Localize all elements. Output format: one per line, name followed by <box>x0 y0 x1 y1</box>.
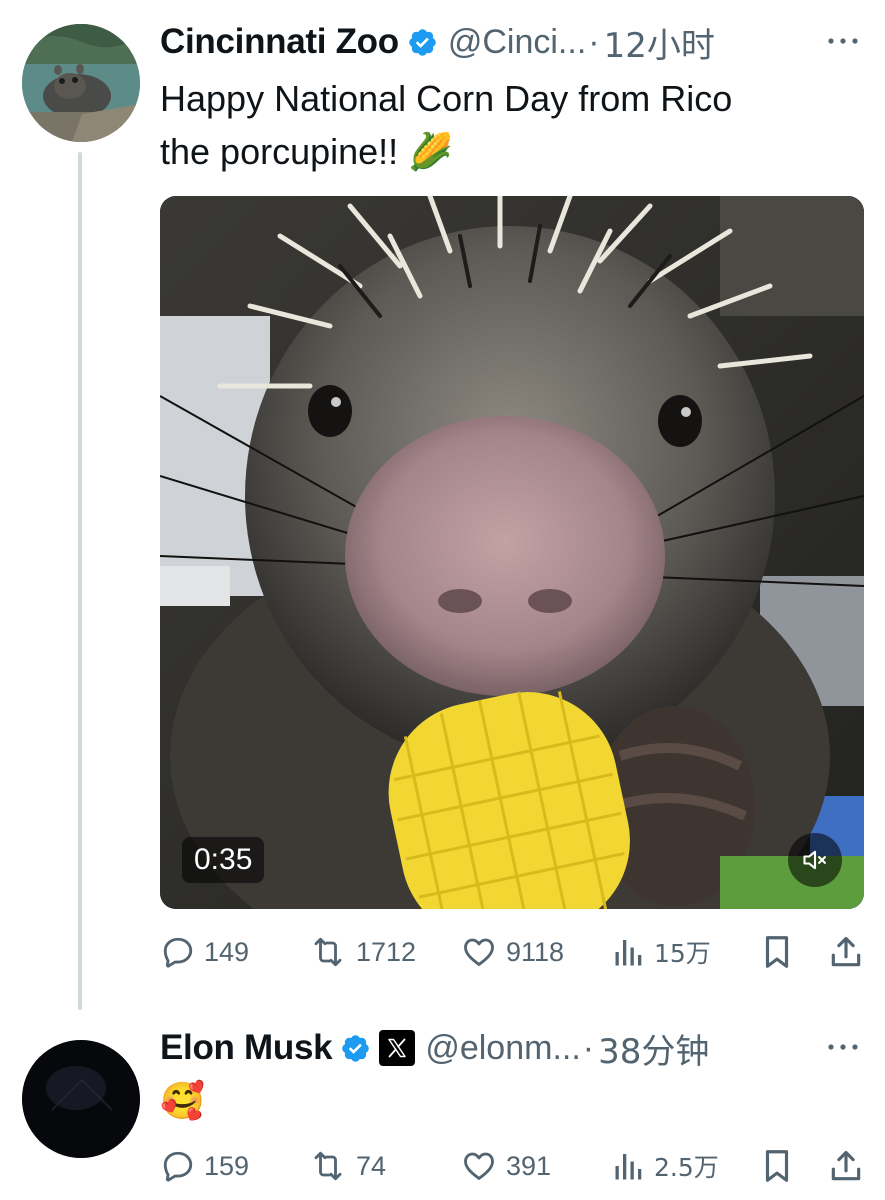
x-logo-icon[interactable] <box>379 1030 416 1066</box>
x-letter-glyph <box>388 1038 407 1058</box>
author-handle[interactable]: @elonm... <box>425 1029 580 1068</box>
analytics-bars-icon <box>615 1154 642 1180</box>
like-count: 391 <box>506 1150 552 1181</box>
bookmark-button[interactable] <box>760 930 794 974</box>
tweet-actions: 149 1712 9118 15万 <box>160 930 870 974</box>
share-icon <box>831 936 861 967</box>
timestamp[interactable]: 38分钟 <box>598 1024 709 1073</box>
timestamp[interactable]: 12小时 <box>604 18 715 67</box>
tweet-text: 🥰 <box>160 1080 205 1121</box>
dark-avatar-image <box>22 1040 140 1158</box>
heart-icon <box>464 1152 494 1180</box>
mute-toggle-button[interactable] <box>788 833 842 887</box>
verified-badge-icon[interactable] <box>340 1033 371 1064</box>
video-duration: 0:35 <box>182 837 265 883</box>
author-name[interactable]: Cincinnati Zoo <box>160 22 399 62</box>
tweet-header: Cincinnati Zoo @Cinci... · 12小时 <box>160 18 885 67</box>
tweet-text: Happy National Corn Day from Rico the po… <box>160 78 733 172</box>
reply-button[interactable]: 159 <box>160 1144 249 1188</box>
share-button[interactable] <box>828 930 864 974</box>
separator: · <box>582 1028 595 1067</box>
retweet-button[interactable]: 1712 <box>308 930 416 974</box>
retweet-icon <box>314 937 342 967</box>
views-button[interactable]: 15万 <box>612 930 711 974</box>
muted-speaker-icon <box>803 850 826 870</box>
bookmark-icon <box>765 936 789 968</box>
tweet-cincinnati-zoo[interactable]: Cincinnati Zoo @Cinci... · 12小时 Happy Na… <box>0 0 885 1010</box>
more-options-icon[interactable] <box>825 26 861 56</box>
retweet-button[interactable]: 74 <box>308 1144 386 1188</box>
avatar[interactable] <box>22 1040 140 1158</box>
author-handle[interactable]: @Cinci... <box>448 23 586 62</box>
bookmark-icon <box>765 1150 789 1182</box>
retweet-count: 1712 <box>356 936 417 967</box>
reply-icon <box>163 1151 193 1182</box>
tweet-actions: 159 74 391 2.5万 <box>160 1144 870 1188</box>
like-button[interactable]: 391 <box>460 1144 551 1188</box>
retweet-icon <box>314 1151 342 1181</box>
like-button[interactable]: 9118 <box>460 930 564 974</box>
share-icon <box>831 1150 861 1181</box>
reply-count: 149 <box>204 936 250 967</box>
tweet-elon-musk[interactable]: Elon Musk @elonm... · 38分钟 🥰 159 74 391 … <box>0 1010 885 1200</box>
hippo-avatar-image <box>22 24 140 142</box>
author-name[interactable]: Elon Musk <box>160 1028 333 1068</box>
views-count: 15万 <box>654 939 711 968</box>
separator: · <box>588 22 600 61</box>
heart-icon <box>464 938 494 966</box>
reply-icon <box>163 937 193 968</box>
verified-badge-icon[interactable] <box>407 27 438 58</box>
views-count: 2.5万 <box>654 1153 719 1182</box>
thread-connector-line <box>78 152 82 1010</box>
more-options-icon[interactable] <box>825 1032 861 1062</box>
video-player[interactable]: 0:35 <box>160 196 864 909</box>
share-button[interactable] <box>828 1144 864 1188</box>
analytics-bars-icon <box>615 940 642 966</box>
bookmark-button[interactable] <box>760 1144 794 1188</box>
retweet-count: 74 <box>356 1150 387 1181</box>
porcupine-video-frame <box>160 196 864 909</box>
reply-button[interactable]: 149 <box>160 930 249 974</box>
like-count: 9118 <box>506 936 565 967</box>
views-button[interactable]: 2.5万 <box>612 1144 719 1188</box>
tweet-header: Elon Musk @elonm... · 38分钟 <box>160 1024 885 1073</box>
reply-count: 159 <box>204 1150 250 1181</box>
avatar[interactable] <box>22 24 140 142</box>
